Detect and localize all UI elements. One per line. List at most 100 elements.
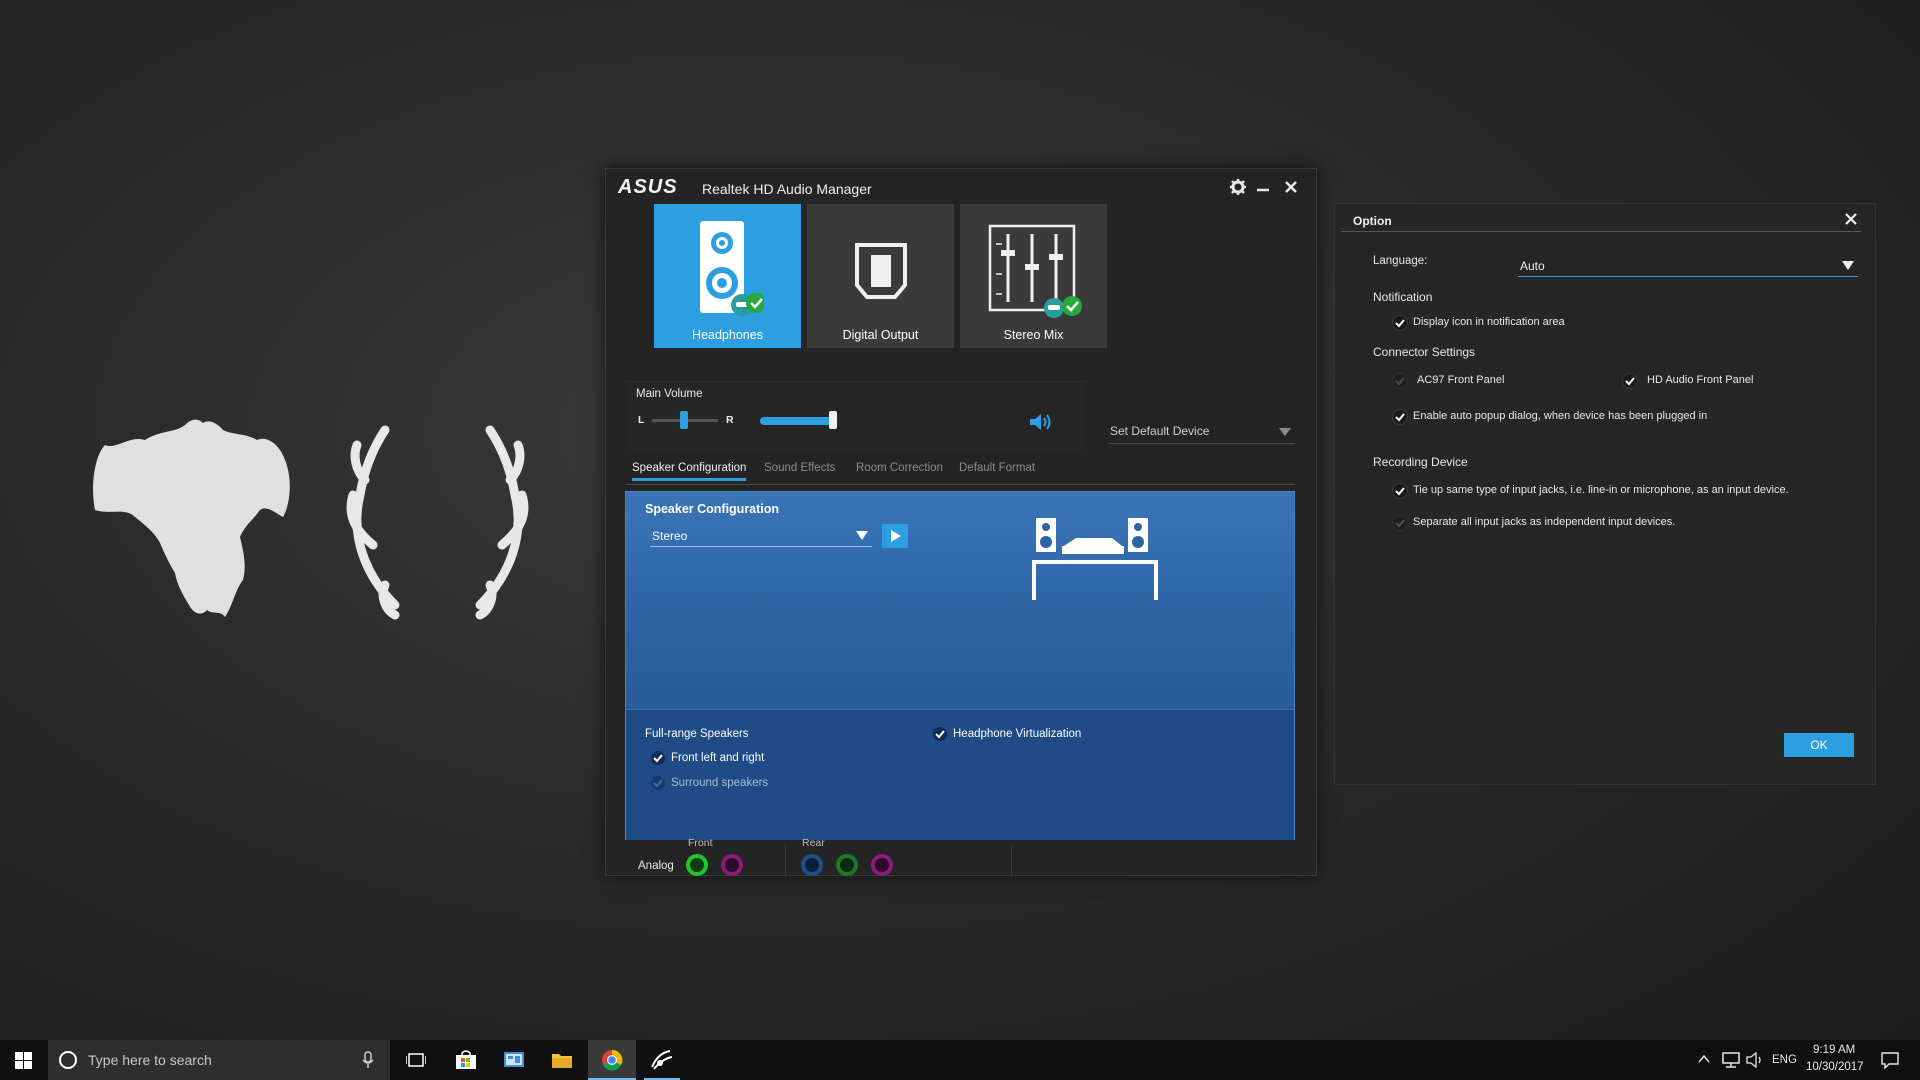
stereo-speakers-diagram [1032,518,1158,600]
headphone-virtualization-checkbox[interactable] [933,727,947,741]
desktop-wallpaper-emblems [93,419,529,620]
taskbar-app-chrome[interactable] [588,1040,636,1080]
ac97-label: AC97 Front Panel [1417,374,1505,386]
play-test-button[interactable] [882,524,908,548]
device-tile-stereo-mix[interactable]: Stereo Mix [960,204,1107,348]
checkmark-icon [1395,319,1405,328]
clock-time[interactable]: 9:19 AM [1813,1044,1855,1056]
tab-room-correction[interactable]: Room Correction [856,462,943,478]
clock-date[interactable]: 10/30/2017 [1806,1061,1864,1073]
checkmark-icon [1395,487,1405,496]
microphone-icon[interactable] [362,1051,374,1069]
ac97-checkbox[interactable] [1392,373,1408,389]
language-label: Language: [1373,255,1428,267]
left-speaker-icon [1036,518,1056,552]
language-select[interactable]: Auto [1518,254,1858,277]
right-speaker-icon [1128,518,1148,552]
close-icon[interactable] [1281,177,1301,197]
volume-slider-thumb[interactable] [829,411,837,429]
network-icon[interactable] [1722,1052,1740,1068]
input-language[interactable]: ENG [1772,1054,1797,1066]
separate-jacks-radio[interactable] [1392,515,1408,531]
separate-jacks-label: Separate all input jacks as independent … [1413,516,1676,528]
asus-logo: ASUS [618,177,678,197]
tab-bar: Speaker Configuration Sound Effects Room… [626,462,1295,485]
display-icon-checkbox[interactable] [1392,315,1408,331]
settings-gear-icon[interactable] [1228,177,1248,197]
headphone-virtualization-label: Headphone Virtualization [953,728,1082,740]
checkmark-icon [1625,377,1635,386]
volume-slider[interactable] [760,417,832,425]
mixer-icon [988,224,1082,318]
windows-logo-icon [15,1052,32,1069]
surround-speakers-checkbox[interactable] [651,776,665,790]
realtek-audio-manager-window: ASUS Realtek HD Audio Manager Headphones [605,168,1317,877]
front-left-right-label: Front left and right [671,752,765,764]
auto-popup-checkbox[interactable] [1392,409,1408,425]
rear-blue-jack[interactable] [801,854,823,876]
device-label: Headphones [692,328,763,342]
chevron-up-icon[interactable] [1698,1054,1710,1064]
auto-popup-label: Enable auto popup dialog, when device ha… [1413,410,1708,422]
play-icon [891,530,901,542]
front-jacks-label: Front [688,837,713,849]
analog-label: Analog [638,860,674,872]
taskbar-app-store[interactable] [442,1040,490,1080]
action-center-icon[interactable] [1881,1051,1899,1069]
chevron-down-icon [1279,428,1291,436]
taskbar-app-realtek[interactable] [638,1040,686,1080]
surround-speakers-label: Surround speakers [671,777,769,789]
balance-right-label: R [726,414,734,426]
jack-panel: Front Rear Analog [626,837,1226,877]
control-panel-icon [504,1052,524,1067]
balance-left-label: L [638,414,645,426]
connector-settings-label: Connector Settings [1373,345,1476,359]
divider [1341,231,1861,232]
front-pink-jack[interactable] [721,854,743,876]
start-button[interactable] [0,1040,48,1080]
display-icon-label: Display icon in notification area [1413,316,1565,328]
ok-button[interactable]: OK [1784,733,1854,757]
set-default-device-dropdown[interactable]: Set Default Device [1108,421,1295,444]
eagle-emblem [93,419,290,617]
tie-up-jacks-radio[interactable] [1392,483,1408,499]
device-tile-headphones[interactable]: Headphones [654,204,801,348]
window-title: Realtek HD Audio Manager [702,181,872,197]
tab-speaker-configuration[interactable]: Speaker Configuration [632,462,747,481]
realtek-audio-icon [651,1050,673,1070]
taskbar-search-box[interactable]: Type here to search [48,1040,390,1080]
option-title: Option [1353,214,1392,228]
speaker-volume-icon[interactable] [1028,412,1052,432]
cortana-circle-icon [59,1051,77,1069]
device-tile-digital-output[interactable]: Digital Output [807,204,954,348]
minimize-icon[interactable] [1253,177,1273,197]
hd-audio-checkbox[interactable] [1622,373,1638,389]
front-left-right-checkbox[interactable] [651,751,665,765]
tab-default-format[interactable]: Default Format [959,462,1035,478]
balance-slider-thumb[interactable] [680,411,688,429]
speaker-configuration-select[interactable]: Stereo [650,526,872,547]
device-label: Stereo Mix [1003,328,1064,342]
language-value: Auto [1520,259,1545,273]
speaker-options-section: Full-range Speakers Front left and right… [626,709,1294,840]
checkmark-icon [1395,519,1405,528]
speaker-configuration-value: Stereo [652,529,688,543]
front-green-jack[interactable] [686,854,708,876]
close-icon[interactable] [1843,211,1859,227]
taskbar-app-control-panel[interactable] [490,1040,538,1080]
hd-audio-label: HD Audio Front Panel [1647,374,1754,386]
tab-sound-effects[interactable]: Sound Effects [764,462,835,478]
digital-output-icon [855,243,907,299]
tie-up-jacks-label: Tie up same type of input jacks, i.e. li… [1413,484,1789,496]
taskbar: Type here to search ENG 9:19 AM 10/30/20… [0,1040,1920,1080]
rear-green-jack[interactable] [836,854,858,876]
rear-pink-jack[interactable] [871,854,893,876]
svg-text:ASUS: ASUS [618,177,678,197]
task-view-icon [406,1053,426,1067]
speaker-configuration-panel: Speaker Configuration Stereo Full-range … [625,491,1295,840]
volume-icon[interactable] [1746,1052,1764,1068]
taskbar-app-file-explorer[interactable] [538,1040,586,1080]
task-view-button[interactable] [392,1040,440,1080]
set-default-device-label: Set Default Device [1110,424,1210,438]
option-panel: Option Language: Auto Notification Displ… [1334,203,1876,785]
